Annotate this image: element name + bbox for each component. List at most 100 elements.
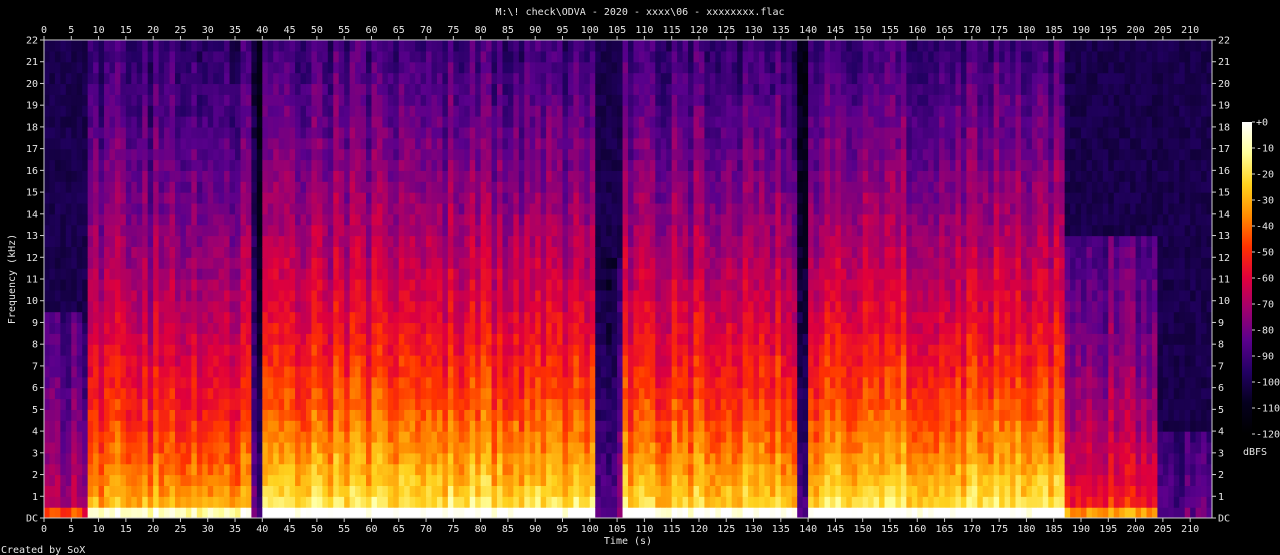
heat-cell: [573, 485, 580, 497]
heat-cell: [147, 431, 154, 443]
heat-cell: [540, 40, 547, 52]
heat-cell: [322, 224, 329, 237]
heat-cell: [458, 83, 465, 95]
heat-cell: [366, 40, 373, 52]
heat-cell: [393, 202, 400, 215]
heat-cell: [262, 441, 269, 454]
heat-cell: [589, 300, 596, 313]
heat-cell: [595, 507, 602, 518]
heat-cell: [611, 268, 618, 280]
heat-cell: [371, 202, 378, 215]
heat-cell: [333, 83, 340, 95]
heat-cell: [502, 148, 509, 161]
heat-cell: [114, 213, 122, 226]
heat-cell: [436, 279, 444, 291]
heat-cell: [611, 409, 618, 421]
heat-cell: [98, 507, 105, 518]
heat-cell: [120, 72, 127, 85]
heat-cell: [611, 148, 618, 161]
heat-cell: [240, 409, 247, 421]
heat-cell: [82, 137, 89, 150]
heat-cell: [93, 137, 100, 150]
heat-cell: [502, 398, 509, 410]
heat-cell: [355, 311, 362, 324]
heat-cell: [655, 463, 662, 476]
heat-cell: [229, 268, 236, 280]
heat-cell: [382, 202, 389, 215]
heat-cell: [316, 289, 323, 302]
heat-cell: [540, 420, 547, 432]
heat-cell: [529, 507, 536, 518]
heat-cell: [366, 431, 373, 443]
heat-cell: [295, 485, 302, 497]
heat-cell: [464, 126, 471, 139]
heat-cell: [338, 246, 345, 258]
heat-cell: [491, 474, 498, 487]
heat-cell: [404, 246, 411, 258]
heat-cell: [54, 148, 61, 161]
heat-cell: [415, 116, 422, 128]
heat-cell: [562, 235, 569, 248]
heat-cell: [125, 279, 132, 291]
heat-cell: [606, 289, 613, 302]
heat-cell: [562, 322, 569, 334]
heat-cell: [426, 441, 433, 454]
heat-cell: [202, 246, 209, 258]
heat-cell: [524, 485, 531, 497]
heat-cell: [442, 333, 449, 345]
heat-cell: [376, 192, 383, 204]
heat-cell: [153, 192, 160, 204]
heat-cell: [180, 148, 187, 161]
heat-cell: [371, 507, 378, 518]
heat-cell: [628, 181, 635, 193]
heat-cell: [202, 213, 209, 226]
heat-cell: [557, 170, 564, 182]
heat-cell: [54, 213, 61, 226]
heat-cell: [567, 355, 575, 367]
heat-cell: [628, 94, 635, 106]
heat-cell: [93, 452, 100, 465]
heat-cell: [376, 105, 383, 117]
heat-cell: [447, 235, 454, 248]
heat-cell: [606, 213, 613, 226]
heat-cell: [267, 257, 274, 269]
heat-cell: [436, 300, 444, 313]
heat-cell: [262, 224, 269, 237]
heat-cell: [518, 61, 525, 74]
heat-cell: [497, 355, 504, 367]
heat-cell: [164, 496, 171, 508]
heat-cell: [600, 431, 607, 443]
heat-cell: [202, 441, 209, 454]
heat-cell: [426, 181, 433, 193]
heat-cell: [573, 344, 580, 356]
heat-cell: [409, 474, 416, 487]
heat-cell: [180, 387, 187, 400]
heat-cell: [475, 398, 482, 410]
heat-cell: [431, 83, 438, 95]
heat-cell: [546, 72, 553, 85]
heat-cell: [87, 398, 94, 410]
heat-cell: [360, 311, 367, 324]
heat-cell: [502, 387, 509, 400]
heat-cell: [60, 116, 67, 128]
heat-cell: [295, 279, 302, 291]
heat-cell: [327, 126, 334, 139]
heat-cell: [491, 148, 498, 161]
heat-cell: [44, 202, 51, 215]
heat-cell: [289, 311, 296, 324]
heat-cell: [202, 137, 209, 150]
heat-cell: [628, 202, 635, 215]
heat-cell: [147, 83, 154, 95]
heat-cell: [338, 83, 345, 95]
heat-cell: [655, 398, 662, 410]
heat-cell: [436, 431, 444, 443]
heat-cell: [360, 376, 367, 389]
heat-cell: [262, 507, 269, 518]
heat-cell: [142, 279, 149, 291]
heat-cell: [174, 452, 182, 465]
heat-cell: [535, 463, 542, 476]
heat-cell: [497, 344, 504, 356]
heat-cell: [142, 40, 149, 52]
heat-cell: [185, 344, 192, 356]
heat-cell: [486, 441, 493, 454]
